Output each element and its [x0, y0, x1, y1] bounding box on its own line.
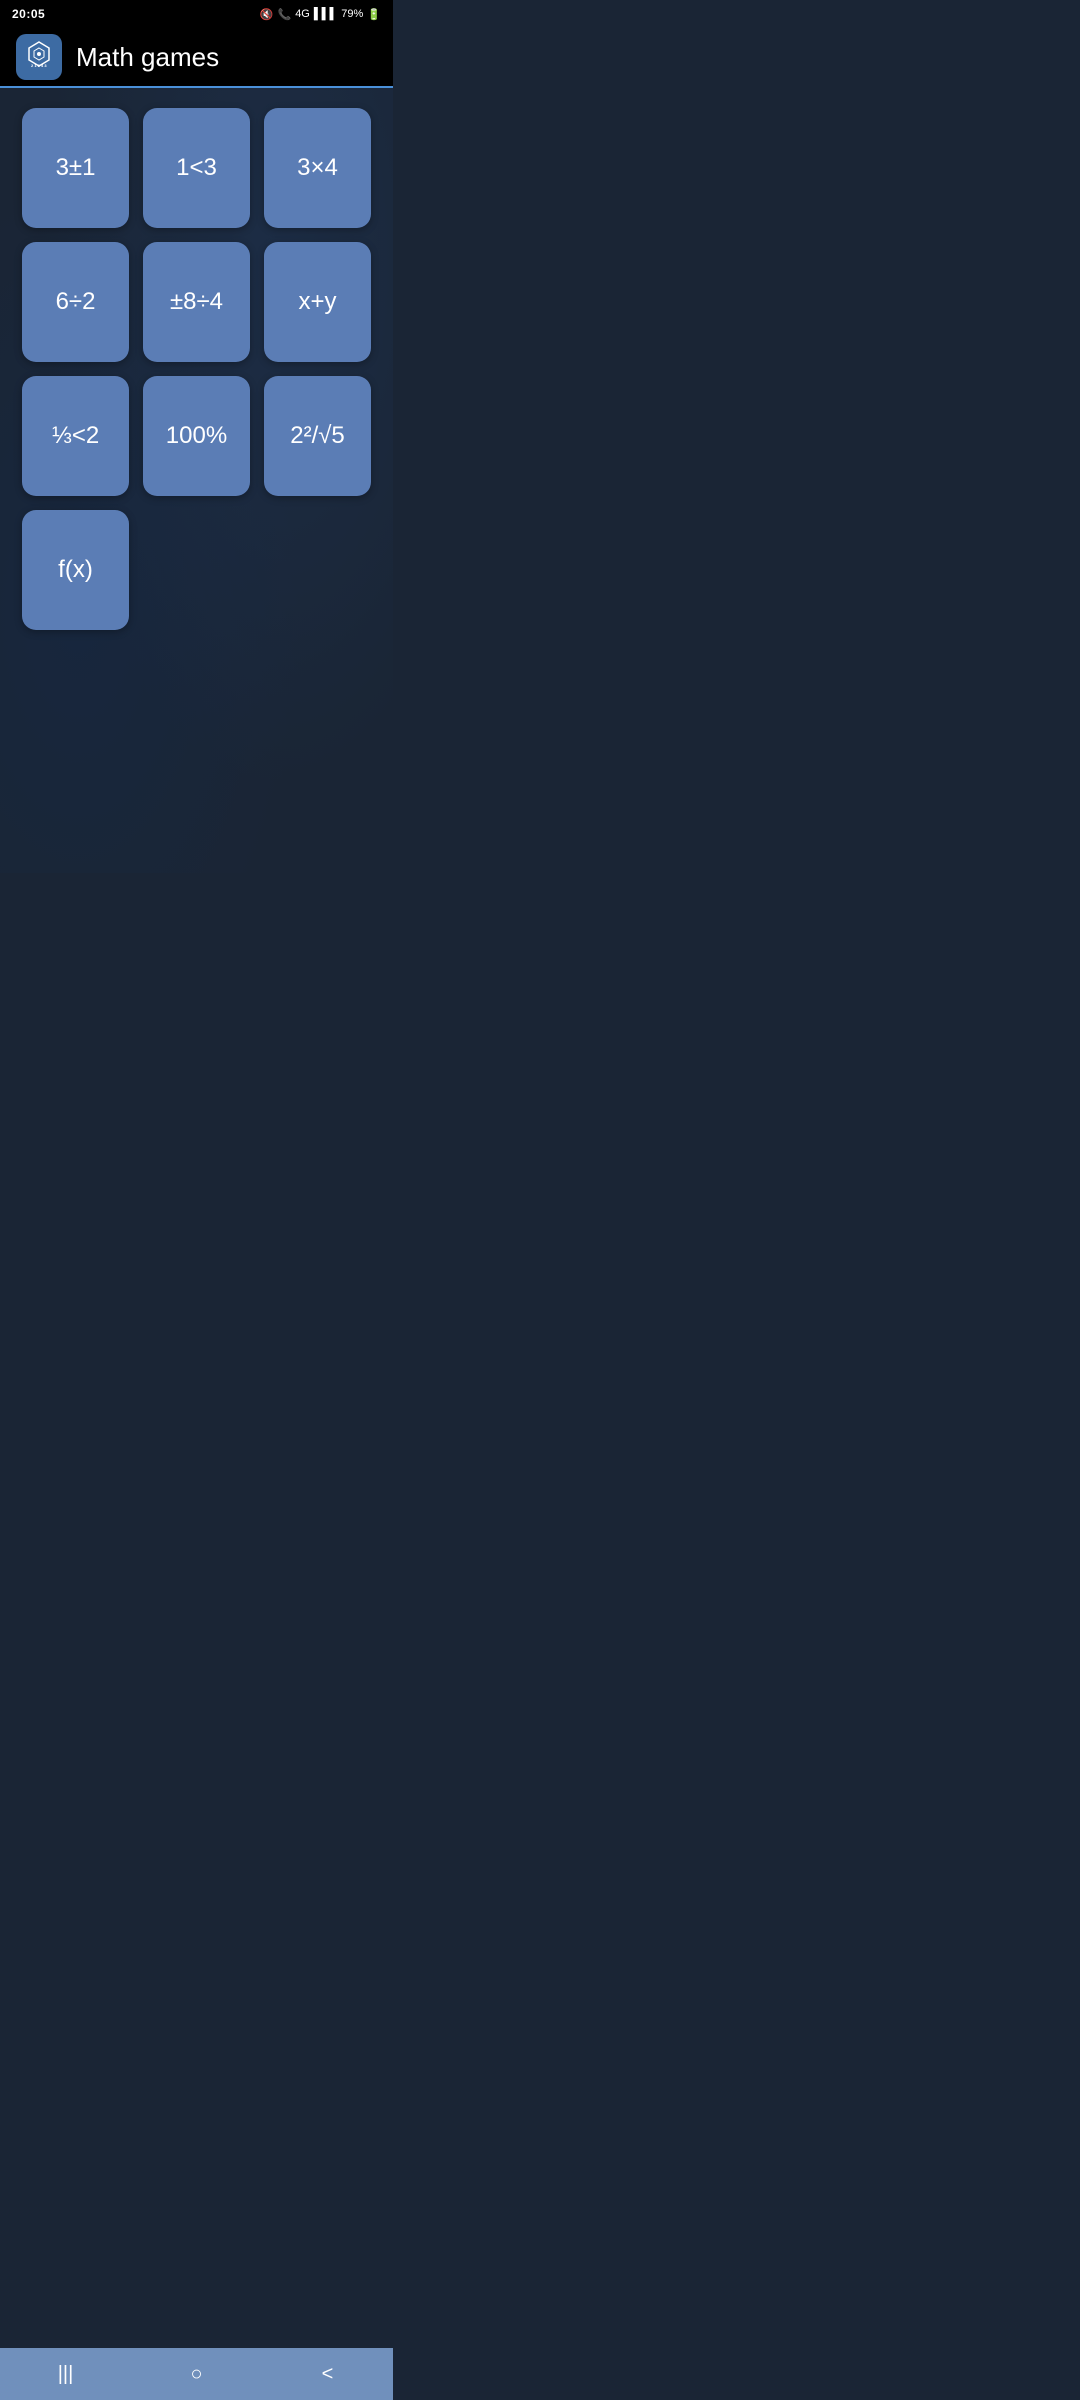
battery-label: 79% [341, 8, 363, 20]
card-division-label: 6÷2 [56, 288, 96, 317]
status-icons: 🔇 📞 4G ▌▌▌ 79% 🔋 [260, 8, 381, 21]
recent-apps-button[interactable]: ||| [36, 2354, 96, 2394]
card-powers-roots[interactable]: 2²/√5 [264, 376, 371, 496]
navigation-bar: ||| ○ < [0, 2348, 393, 2400]
card-arithmetic-label: 3±1 [56, 154, 96, 183]
app-bar: 2 1 5 4 3 Math games [0, 28, 393, 88]
card-fractions-label: ⅓<2 [52, 422, 99, 451]
card-algebra-label: x+y [298, 288, 336, 317]
card-mixed-division[interactable]: ±8÷4 [143, 242, 250, 362]
card-powers-roots-label: 2²/√5 [290, 422, 345, 451]
status-bar: 20:05 🔇 📞 4G ▌▌▌ 79% 🔋 [0, 0, 393, 28]
card-multiplication[interactable]: 3×4 [264, 108, 371, 228]
signal-icon: ▌▌▌ [314, 8, 337, 20]
card-percentage-label: 100% [166, 422, 227, 451]
call-icon: 📞 [277, 8, 291, 21]
card-functions-label: f(x) [58, 556, 93, 585]
status-time: 20:05 [12, 7, 45, 21]
mute-icon: 🔇 [260, 8, 274, 21]
app-title: Math games [76, 42, 219, 73]
home-button[interactable]: ○ [167, 2354, 227, 2394]
home-icon: ○ [190, 2363, 202, 2386]
card-algebra[interactable]: x+y [264, 242, 371, 362]
app-logo-icon: 2 1 5 4 3 [21, 39, 57, 75]
recent-apps-icon: ||| [58, 2363, 74, 2386]
card-arithmetic[interactable]: 3±1 [22, 108, 129, 228]
card-multiplication-label: 3×4 [297, 154, 338, 183]
card-mixed-division-label: ±8÷4 [170, 288, 223, 317]
svg-text:2 1 5 4 3: 2 1 5 4 3 [31, 63, 47, 68]
app-icon: 2 1 5 4 3 [16, 34, 62, 80]
card-division[interactable]: 6÷2 [22, 242, 129, 362]
battery-icon: 🔋 [367, 8, 381, 21]
network-label: 4G [295, 8, 310, 20]
card-functions[interactable]: f(x) [22, 510, 129, 630]
card-fractions[interactable]: ⅓<2 [22, 376, 129, 496]
card-comparison[interactable]: 1<3 [143, 108, 250, 228]
game-grid: 3±1 1<3 3×4 6÷2 ±8÷4 x+y ⅓<2 100% 2²/√5 … [0, 88, 393, 650]
card-percentage[interactable]: 100% [143, 376, 250, 496]
card-comparison-label: 1<3 [176, 154, 217, 183]
back-button[interactable]: < [298, 2354, 358, 2394]
back-icon: < [322, 2363, 334, 2386]
